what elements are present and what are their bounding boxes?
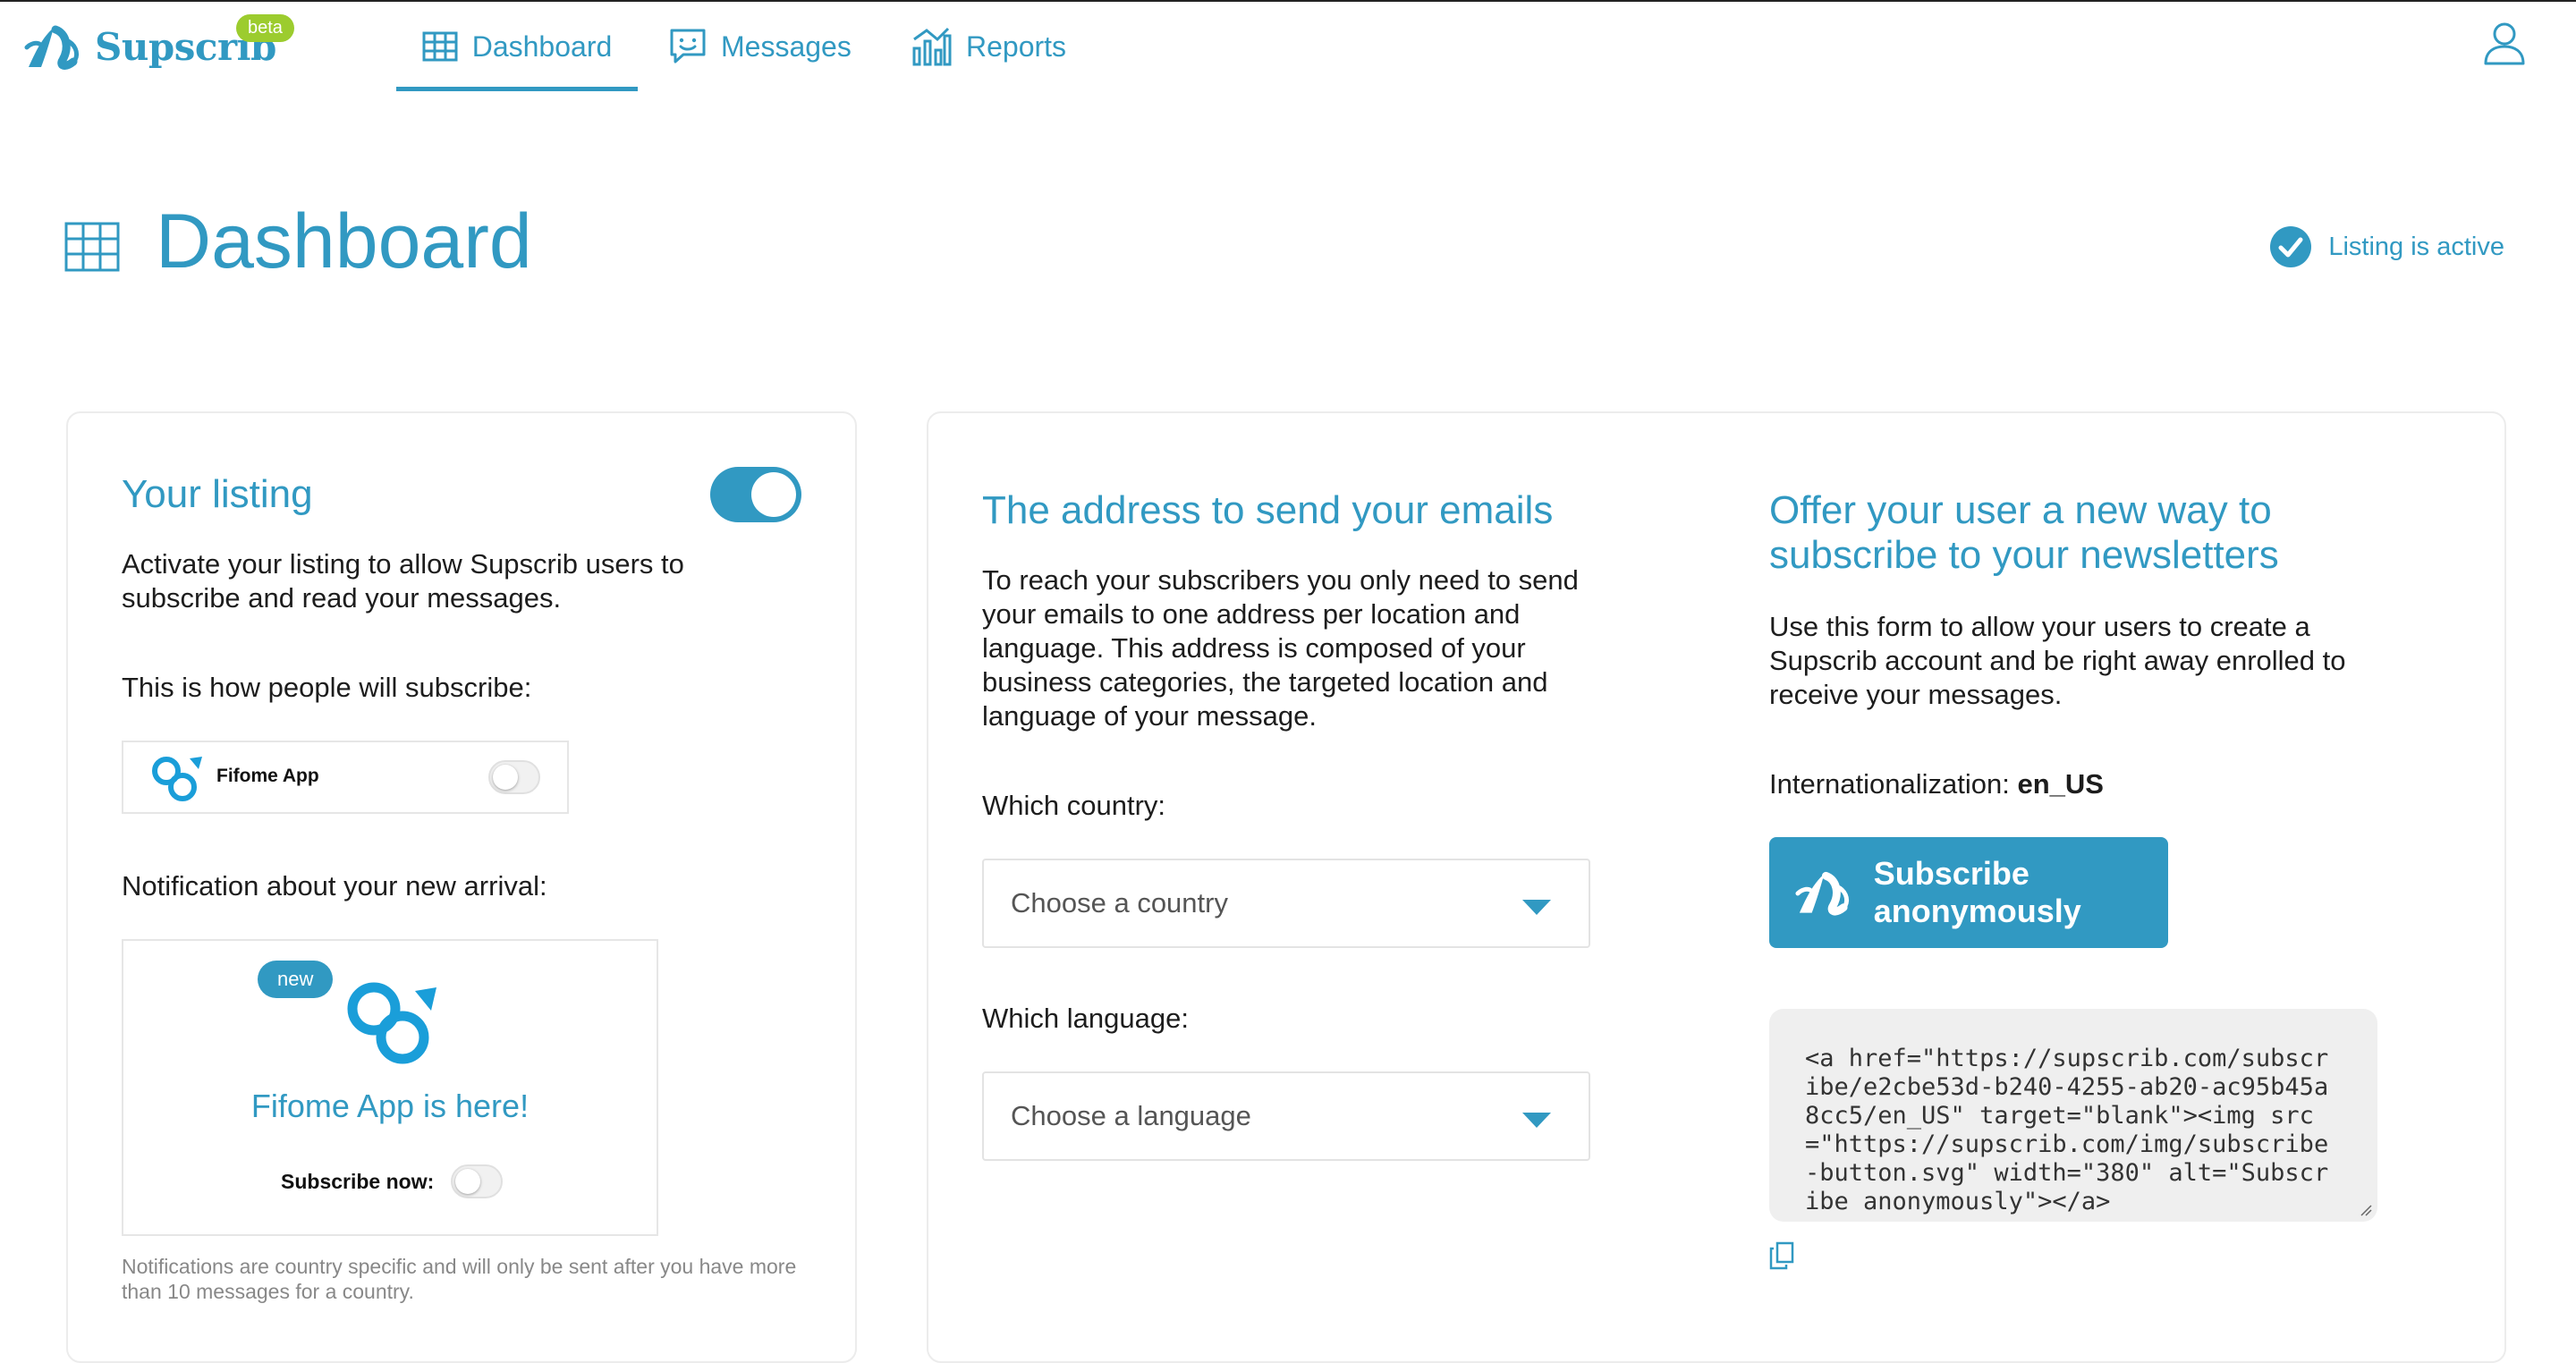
resize-handle-icon[interactable] [2360, 1204, 2372, 1216]
listing-title: Your listing [122, 472, 313, 516]
offer-description: Use this form to allow your users to cre… [1769, 611, 2346, 710]
i18n-label: Internationalization: [1769, 768, 2010, 800]
bar-chart-icon [912, 27, 952, 66]
notification-preview: new Fifome App is here! Subscribe now: [122, 939, 658, 1236]
toggle-knob [751, 472, 796, 517]
fifome-logo-icon [152, 757, 202, 801]
grid-icon [422, 31, 458, 62]
listing-status-text: Listing is active [2328, 232, 2504, 261]
fifome-logo-icon [347, 982, 436, 1064]
tab-reports[interactable]: Reports [911, 2, 1066, 91]
address-description: To reach your subscribers you only need … [982, 564, 1579, 732]
chevron-down-icon [1522, 900, 1551, 915]
tab-messages[interactable]: Messages [669, 2, 852, 91]
beta-badge: beta [236, 14, 294, 42]
top-nav: Supscrib beta Dashboard Messages Reports [0, 2, 2576, 91]
preview-app-name: Fifome App [216, 766, 319, 786]
address-card: The address to send your emails To reach… [927, 411, 2506, 1363]
country-select[interactable]: Choose a country [982, 859, 1590, 948]
tab-messages-label: Messages [721, 30, 852, 63]
language-select[interactable]: Choose a language [982, 1071, 1590, 1161]
tab-reports-label: Reports [966, 30, 1067, 63]
copy-icon[interactable] [1769, 1241, 1794, 1270]
chevron-down-icon [1522, 1113, 1551, 1128]
notification-title: Fifome App is here! [250, 1088, 530, 1124]
chat-icon [670, 29, 706, 63]
notification-label: Notification about your new arrival: [122, 870, 547, 902]
toggle-knob [493, 765, 518, 790]
embed-code: <a href="https://supscrib.com/subscribe/… [1805, 1045, 2329, 1215]
language-label: Which language: [982, 1003, 1189, 1034]
subscribe-anonymously-button[interactable]: Subscribe anonymously [1769, 837, 2168, 948]
subscribe-preview: Fifome App [122, 741, 569, 814]
preview-subscribe-toggle[interactable] [488, 760, 540, 794]
i18n-line: Internationalization: en_US [1769, 767, 2104, 801]
brand-logo[interactable]: Supscrib beta [23, 14, 294, 73]
listing-card: Your listing Activate your listing to al… [66, 411, 857, 1363]
how-to-subscribe-label: This is how people will subscribe: [122, 672, 532, 703]
offer-title: Offer your user a new way to subscribe t… [1769, 488, 2279, 577]
address-title: The address to send your emails [982, 488, 1554, 532]
notification-footnote: Notifications are country specific and w… [122, 1255, 797, 1303]
listing-description: Activate your listing to allow Supscrib … [122, 548, 684, 614]
user-icon[interactable] [2483, 21, 2526, 66]
country-select-value: Choose a country [1011, 887, 1228, 919]
supscrib-logo-icon [24, 25, 80, 70]
subscribe-anonymously-label: Subscribe anonymously [1873, 855, 2081, 929]
i18n-value: en_US [2017, 768, 2104, 800]
page-title: Dashboard [156, 199, 532, 284]
listing-status: Listing is active [2269, 225, 2504, 268]
listing-toggle[interactable] [710, 467, 801, 522]
new-badge: new [258, 961, 334, 998]
supscrib-logo-icon [1795, 871, 1849, 916]
tab-dashboard-label: Dashboard [471, 30, 613, 63]
language-select-value: Choose a language [1011, 1100, 1251, 1131]
country-label: Which country: [982, 790, 1166, 821]
tab-dashboard[interactable]: Dashboard [396, 2, 638, 91]
subscribe-now-label: Subscribe now: [281, 1170, 435, 1193]
notification-subscribe-toggle[interactable] [451, 1164, 503, 1198]
toggle-knob [455, 1169, 480, 1194]
dashboard-grid-icon [64, 222, 120, 272]
embed-code-textarea[interactable]: <a href="https://supscrib.com/subscribe/… [1769, 1009, 2377, 1222]
check-circle-icon [2270, 226, 2312, 267]
